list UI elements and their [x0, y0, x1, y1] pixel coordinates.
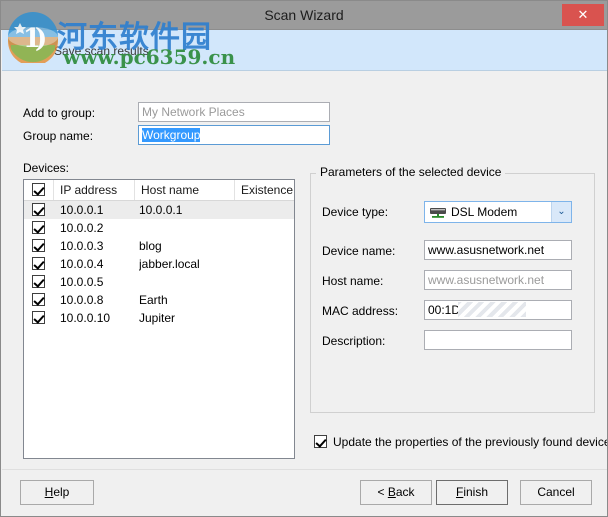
back-accel: B — [387, 485, 396, 499]
cell-host-name: Earth — [139, 293, 168, 307]
table-row[interactable]: 10.0.0.8 Earth — [24, 291, 294, 309]
select-all-checkbox[interactable] — [32, 183, 45, 196]
table-row[interactable]: 10.0.0.5 — [24, 273, 294, 291]
column-header-host-name[interactable]: Host name — [135, 180, 235, 200]
dialog-footer: Help < Back Finish Cancel — [2, 469, 607, 516]
finish-button[interactable]: Finish — [436, 480, 508, 505]
cell-existence — [239, 291, 294, 309]
scan-wizard-window: Scan Wizard ✕ Save scan results 1 ) 河东软件… — [0, 0, 608, 517]
description-input[interactable] — [424, 330, 572, 350]
cancel-button[interactable]: Cancel — [520, 480, 592, 505]
device-name-label: Device name: — [322, 244, 396, 258]
wizard-body: Add to group: My Network Places Group na… — [2, 71, 607, 469]
cell-ip-address: 10.0.0.5 — [60, 275, 104, 289]
cell-existence — [239, 255, 294, 273]
row-checkbox[interactable] — [32, 293, 45, 306]
cell-ip-address: 10.0.0.1 — [60, 203, 104, 217]
column-header-existence[interactable]: Existence — [235, 180, 294, 200]
cell-host-name: jabber.local — [139, 257, 200, 271]
cell-existence — [239, 237, 294, 255]
device-name-input[interactable]: www.asusnetwork.net — [424, 240, 572, 260]
back-prefix: < — [377, 485, 388, 499]
description-label: Description: — [322, 334, 386, 348]
table-row[interactable]: 10.0.0.1 10.0.0.1 — [24, 201, 294, 219]
table-row[interactable]: 10.0.0.4 jabber.local — [24, 255, 294, 273]
title-bar: Scan Wizard ✕ — [1, 1, 607, 30]
cell-ip-address: 10.0.0.3 — [60, 239, 104, 253]
device-type-value: DSL Modem — [451, 205, 518, 219]
help-rest: elp — [53, 485, 70, 499]
row-checkbox[interactable] — [32, 221, 45, 234]
cell-ip-address: 10.0.0.8 — [60, 293, 104, 307]
parameters-legend: Parameters of the selected device — [316, 165, 506, 179]
chevron-down-icon[interactable]: ⌄ — [551, 202, 571, 222]
host-name-input[interactable]: www.asusnetwork.net — [424, 270, 572, 290]
cell-ip-address: 10.0.0.10 — [60, 311, 111, 325]
device-type-label: Device type: — [322, 205, 389, 219]
select-all-header[interactable] — [24, 180, 54, 200]
row-checkbox[interactable] — [32, 239, 45, 252]
device-list[interactable]: IP address Host name Existence 10.0.0.1 1… — [23, 179, 295, 459]
cell-ip-address: 10.0.0.4 — [60, 257, 104, 271]
device-list-header: IP address Host name Existence — [24, 180, 294, 201]
cell-host-name — [139, 219, 239, 237]
back-button[interactable]: < Back — [360, 480, 432, 505]
table-row[interactable]: 10.0.0.2 — [24, 219, 294, 237]
add-to-group-label: Add to group: — [23, 106, 96, 120]
group-name-input[interactable]: Workgroup — [138, 125, 330, 145]
add-to-group-input[interactable]: My Network Places — [138, 102, 330, 122]
update-properties-checkbox[interactable] — [314, 435, 327, 448]
cell-host-name — [139, 273, 239, 291]
window-title: Scan Wizard — [264, 7, 344, 23]
back-rest: ack — [395, 485, 415, 499]
table-row[interactable]: 10.0.0.3 blog — [24, 237, 294, 255]
row-checkbox[interactable] — [32, 203, 45, 216]
wizard-step-subtitle: Save scan results — [54, 44, 149, 58]
cell-existence — [239, 309, 294, 327]
row-checkbox[interactable] — [32, 275, 45, 288]
mac-address-input[interactable]: 00:1D — [424, 300, 572, 320]
row-checkbox[interactable] — [32, 257, 45, 270]
modem-icon — [430, 208, 446, 218]
cell-host-name: 10.0.0.1 — [139, 203, 183, 217]
table-row[interactable]: 10.0.0.10 Jupiter — [24, 309, 294, 327]
device-list-rows: 10.0.0.1 10.0.0.1 10.0.0.2 10.0.0.3 blog 10.0… — [24, 201, 294, 327]
cell-ip-address: 10.0.0.2 — [60, 221, 104, 235]
cell-existence — [239, 219, 294, 237]
column-header-ip-address[interactable]: IP address — [54, 180, 135, 200]
close-icon[interactable]: ✕ — [562, 4, 604, 26]
group-name-label: Group name: — [23, 129, 94, 143]
host-name-label: Host name: — [322, 274, 384, 288]
update-properties-label: Update the properties of the previously … — [333, 435, 608, 449]
row-checkbox[interactable] — [32, 311, 45, 324]
mac-address-label: MAC address: — [322, 304, 399, 318]
finish-rest: inish — [463, 485, 489, 499]
mac-address-value: 00:1D — [428, 303, 461, 317]
mac-address-mask — [458, 302, 526, 317]
group-name-value: Workgroup — [142, 128, 201, 142]
cell-host-name: Jupiter — [139, 311, 176, 325]
help-button[interactable]: Help — [20, 480, 94, 505]
cell-existence — [239, 273, 294, 291]
devices-label: Devices: — [23, 161, 70, 175]
wizard-header-banner: Save scan results — [2, 30, 607, 71]
cell-existence — [239, 201, 294, 219]
device-type-select[interactable]: DSL Modem ⌄ — [424, 201, 572, 223]
cell-host-name: blog — [139, 239, 162, 253]
